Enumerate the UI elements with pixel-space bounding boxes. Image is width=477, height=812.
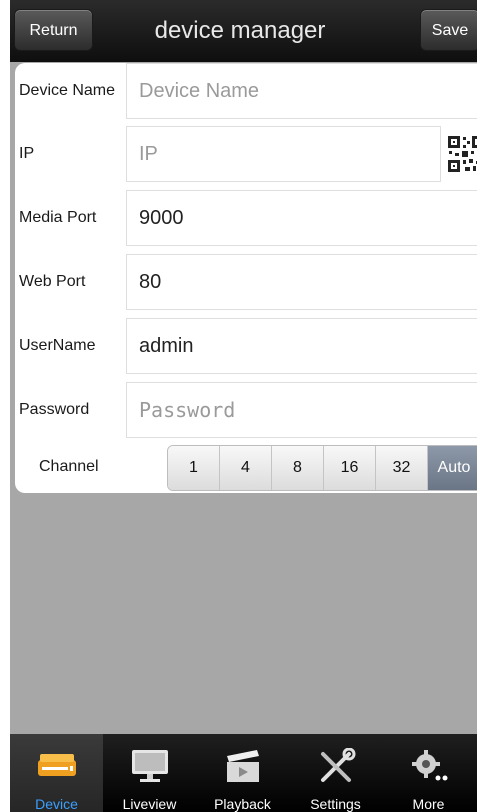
- tab-device-label: Device: [35, 796, 78, 812]
- web-port-label: Web Port: [19, 273, 86, 290]
- tab-settings[interactable]: Settings: [289, 734, 382, 812]
- username-label: UserName: [19, 337, 96, 354]
- password-label: Password: [19, 401, 90, 418]
- tab-settings-label: Settings: [310, 796, 361, 812]
- device-icon: [38, 754, 76, 776]
- ip-label: IP: [19, 145, 35, 162]
- password-input[interactable]: Password: [126, 382, 477, 438]
- tab-more[interactable]: More: [382, 734, 475, 812]
- page-title: device manager: [154, 17, 326, 44]
- device-name-input[interactable]: Device Name: [126, 63, 477, 119]
- tools-icon: [321, 748, 356, 782]
- channel-option-32[interactable]: 32: [376, 446, 428, 490]
- tab-playback[interactable]: Playback: [196, 734, 289, 812]
- gear-icon: [412, 750, 448, 781]
- media-port-input[interactable]: 9000: [126, 190, 477, 246]
- save-button[interactable]: Save: [420, 9, 477, 51]
- bottom-tab-bar: Device Liveview Playback Settings More: [10, 734, 477, 812]
- channel-option-1[interactable]: 1: [168, 446, 220, 490]
- tab-playback-label: Playback: [214, 796, 271, 812]
- channel-label: Channel: [39, 458, 99, 475]
- top-bar: Return device manager Save: [10, 0, 477, 62]
- channel-option-16[interactable]: 16: [324, 446, 376, 490]
- channel-option-8[interactable]: 8: [272, 446, 324, 490]
- web-port-input[interactable]: 80: [126, 254, 477, 310]
- tab-device[interactable]: Device: [10, 734, 103, 812]
- tab-liveview[interactable]: Liveview: [103, 734, 196, 812]
- device-form: Device Name Device Name IP IP Media Port…: [15, 63, 477, 493]
- username-input[interactable]: admin: [126, 318, 477, 374]
- return-button[interactable]: Return: [14, 9, 93, 51]
- channel-option-auto[interactable]: Auto: [428, 446, 477, 490]
- device-name-label: Device Name: [19, 82, 116, 99]
- media-port-label: Media Port: [19, 209, 97, 226]
- clapperboard-icon: [227, 750, 259, 782]
- ip-input[interactable]: IP: [126, 126, 441, 182]
- qr-scan-icon[interactable]: [447, 135, 477, 173]
- channel-option-4[interactable]: 4: [220, 446, 272, 490]
- channel-selector: 1 4 8 16 32 Auto: [167, 445, 477, 491]
- tab-more-label: More: [412, 796, 445, 812]
- monitor-icon: [132, 750, 168, 782]
- tab-liveview-label: Liveview: [122, 796, 177, 812]
